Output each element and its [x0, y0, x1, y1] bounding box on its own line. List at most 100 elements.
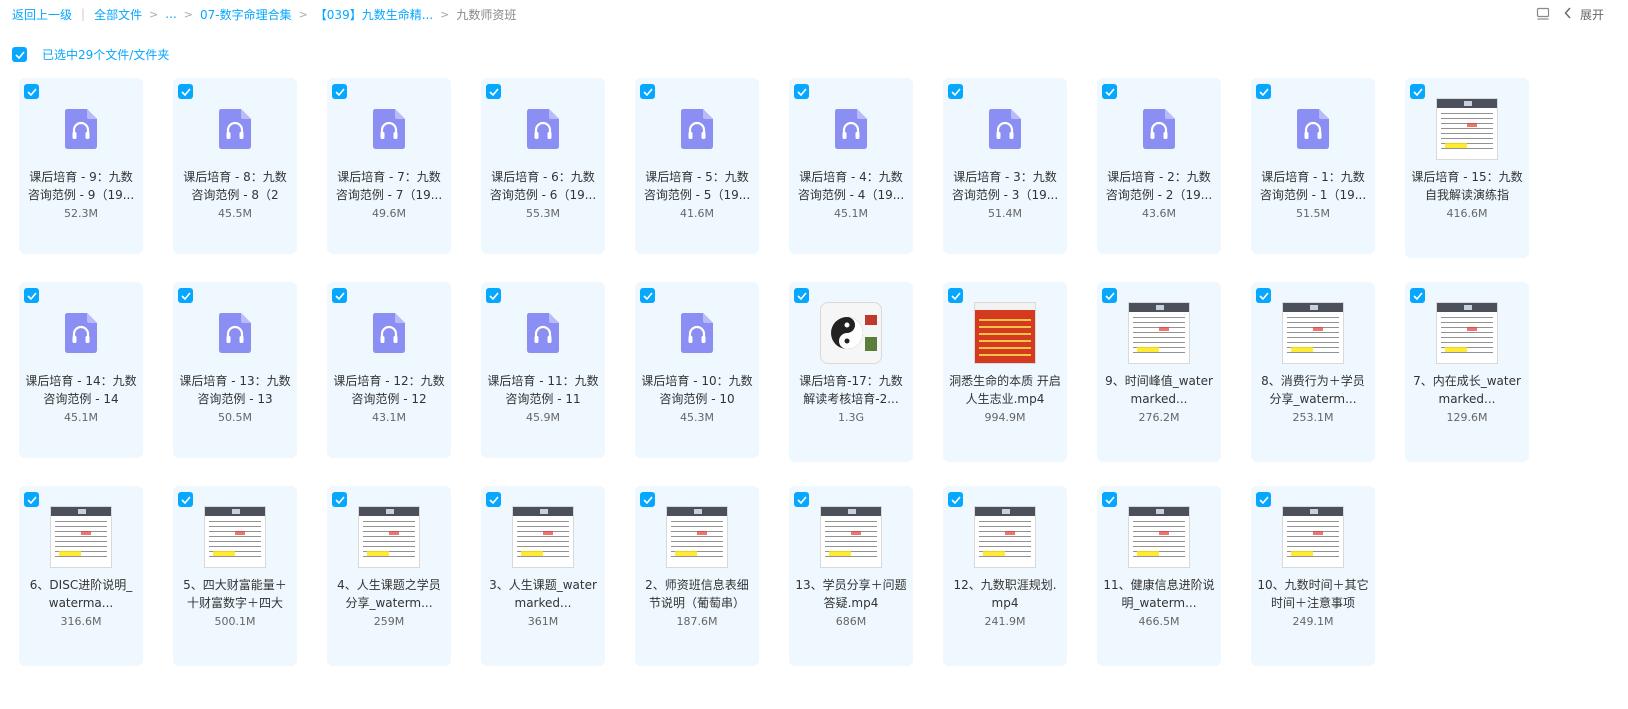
file-checkbox[interactable] [332, 288, 347, 303]
file-checkbox[interactable] [178, 288, 193, 303]
file-card[interactable]: 5、四大财富能量＋十财富数字＋四大 500.1M [173, 486, 297, 666]
file-checkbox[interactable] [640, 84, 655, 99]
file-card[interactable]: 课后培育 - 12：九数咨询范例 - 12 43.1M [327, 282, 451, 458]
file-name: 课后培育 - 5：九数咨询范例 - 5（19... [643, 170, 751, 202]
file-card[interactable]: 11、健康信息进阶说明_waterm... 466.5M [1097, 486, 1221, 666]
file-card[interactable]: 7、内在成长_watermarked... 129.6M [1405, 282, 1529, 462]
file-name: 课后培育 - 8：九数咨询范例 - 8（2 [183, 170, 287, 202]
expand-button[interactable]: 展开 [1564, 6, 1604, 23]
file-card[interactable]: 4、人生课题之学员分享_waterm... 259M [327, 486, 451, 666]
file-checkbox[interactable] [1256, 84, 1271, 99]
file-size: 500.1M [214, 615, 256, 628]
file-size: 187.6M [676, 615, 718, 628]
file-card[interactable]: 10、九数时间＋其它时间＋注意事项 249.1M [1251, 486, 1375, 666]
file-name: 课后培育 - 7：九数咨询范例 - 7（19... [335, 170, 443, 202]
file-checkbox[interactable] [640, 288, 655, 303]
file-name: 课后培育 - 3：九数咨询范例 - 3（19... [951, 170, 1059, 202]
file-checkbox[interactable] [1256, 492, 1271, 507]
file-checkbox[interactable] [178, 492, 193, 507]
file-card[interactable]: 课后培育 - 14：九数咨询范例 - 14 45.1M [19, 282, 143, 458]
file-checkbox[interactable] [486, 492, 501, 507]
file-checkbox[interactable] [486, 288, 501, 303]
file-size: 249.1M [1292, 615, 1334, 628]
selection-bar: 已选中29个文件/文件夹 [12, 46, 169, 63]
file-card[interactable]: 2、师资班信息表细节说明（葡萄串） 187.6M [635, 486, 759, 666]
file-checkbox[interactable] [948, 84, 963, 99]
file-card[interactable]: 课后培育 - 7：九数咨询范例 - 7（19... 49.6M [327, 78, 451, 254]
file-card[interactable]: 课后培育 - 13：九数咨询范例 - 13 50.5M [173, 282, 297, 458]
file-checkbox[interactable] [486, 84, 501, 99]
file-size: 51.5M [1296, 207, 1330, 220]
file-checkbox[interactable] [1102, 492, 1117, 507]
file-card[interactable]: 课后培育 - 15：九数自我解读演练指 416.6M [1405, 78, 1529, 258]
file-card[interactable]: 课后培育 - 2：九数咨询范例 - 2（19... 43.6M [1097, 78, 1221, 254]
audio-file-icon [681, 313, 713, 353]
file-name: 课后培育 - 12：九数咨询范例 - 12 [333, 374, 445, 406]
file-checkbox[interactable] [1410, 84, 1425, 99]
file-size: 686M [835, 615, 867, 628]
file-size: 41.6M [680, 207, 714, 220]
file-card[interactable]: 课后培育-17：九数解读考核培育-2... 1.3G [789, 282, 913, 462]
file-size: 43.1M [372, 411, 406, 424]
list-view-icon[interactable] [1534, 5, 1552, 23]
file-checkbox[interactable] [1102, 288, 1117, 303]
file-size: 1.3G [837, 411, 865, 424]
file-card[interactable]: 课后培育 - 10：九数咨询范例 - 10 45.3M [635, 282, 759, 458]
file-card[interactable]: 课后培育 - 6：九数咨询范例 - 6（19... 55.3M [481, 78, 605, 254]
file-card[interactable]: 6、DISC进阶说明_waterma... 316.6M [19, 486, 143, 666]
file-name: 课后培育 - 9：九数咨询范例 - 9（19... [27, 170, 135, 202]
file-card[interactable]: 12、九数职涯规划.mp4 241.9M [943, 486, 1067, 666]
file-checkbox[interactable] [24, 84, 39, 99]
chevron-right-icon: > [183, 7, 193, 21]
file-card[interactable]: 课后培育 - 4：九数咨询范例 - 4（19... 45.1M [789, 78, 913, 254]
file-checkbox[interactable] [1410, 288, 1425, 303]
video-thumbnail [974, 506, 1036, 568]
file-name: 课后培育 - 1：九数咨询范例 - 1（19... [1259, 170, 1367, 202]
file-checkbox[interactable] [332, 84, 347, 99]
file-size: 45.1M [834, 207, 868, 220]
file-card[interactable]: 13、学员分享＋问题答疑.mp4 686M [789, 486, 913, 666]
back-link[interactable]: 返回上一级 [12, 6, 72, 23]
file-card[interactable]: 课后培育 - 1：九数咨询范例 - 1（19... 51.5M [1251, 78, 1375, 254]
file-size: 51.4M [988, 207, 1022, 220]
file-checkbox[interactable] [794, 84, 809, 99]
audio-file-icon [1297, 109, 1329, 149]
video-thumbnail [666, 506, 728, 568]
file-card[interactable]: 洞悉生命的本质 开启人生志业.mp4 994.9M [943, 282, 1067, 462]
file-checkbox[interactable] [794, 492, 809, 507]
file-card[interactable]: 课后培育 - 9：九数咨询范例 - 9（19... 52.3M [19, 78, 143, 254]
file-card[interactable]: 课后培育 - 8：九数咨询范例 - 8（2 45.5M [173, 78, 297, 254]
file-name: 课后培育 - 6：九数咨询范例 - 6（19... [489, 170, 597, 202]
breadcrumb-all-files[interactable]: 全部文件 [94, 6, 142, 23]
file-name: 9、时间峰值_watermarked... [1105, 374, 1213, 406]
select-all-checkbox[interactable] [12, 47, 27, 62]
breadcrumb-folder-1[interactable]: 07-数字命理合集 [200, 6, 292, 23]
audio-file-icon [527, 313, 559, 353]
file-card[interactable]: 课后培育 - 5：九数咨询范例 - 5（19... 41.6M [635, 78, 759, 254]
file-checkbox[interactable] [948, 492, 963, 507]
file-checkbox[interactable] [1102, 84, 1117, 99]
video-thumbnail [1128, 302, 1190, 364]
file-checkbox[interactable] [332, 492, 347, 507]
file-checkbox[interactable] [948, 288, 963, 303]
file-checkbox[interactable] [1256, 288, 1271, 303]
file-card[interactable]: 3、人生课题_watermarked... 361M [481, 486, 605, 666]
file-name: 课后培育 - 11：九数咨询范例 - 11 [487, 374, 599, 406]
file-checkbox[interactable] [24, 288, 39, 303]
breadcrumb-folder-2[interactable]: 【039】九数生命精... [315, 6, 433, 23]
chevron-right-icon: > [149, 7, 159, 21]
file-card[interactable]: 9、时间峰值_watermarked... 276.2M [1097, 282, 1221, 462]
file-name: 课后培育 - 4：九数咨询范例 - 4（19... [797, 170, 905, 202]
file-card[interactable]: 课后培育 - 11：九数咨询范例 - 11 45.9M [481, 282, 605, 458]
file-size: 45.1M [64, 411, 98, 424]
file-name: 7、内在成长_watermarked... [1413, 374, 1521, 406]
file-card[interactable]: 8、消费行为＋学员分享_waterm... 253.1M [1251, 282, 1375, 462]
breadcrumb-ellipsis[interactable]: ... [165, 7, 176, 21]
file-checkbox[interactable] [794, 288, 809, 303]
file-checkbox[interactable] [178, 84, 193, 99]
file-card[interactable]: 课后培育 - 3：九数咨询范例 - 3（19... 51.4M [943, 78, 1067, 254]
file-checkbox[interactable] [24, 492, 39, 507]
audio-file-icon [65, 313, 97, 353]
file-checkbox[interactable] [640, 492, 655, 507]
chevron-right-icon: > [298, 7, 308, 21]
